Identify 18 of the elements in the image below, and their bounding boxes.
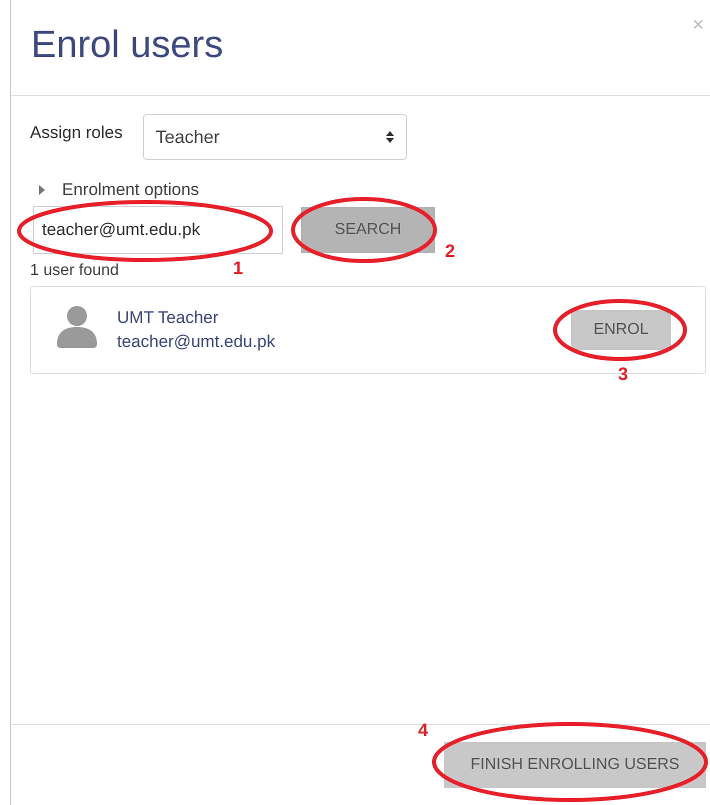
search-button[interactable]: SEARCH xyxy=(301,207,435,253)
dropdown-arrows-icon xyxy=(386,131,394,143)
search-field[interactable]: teacher@umt.edu.pk xyxy=(33,206,283,254)
dialog-title: Enrol users xyxy=(31,24,224,67)
annotation-number: 2 xyxy=(445,241,456,262)
expand-icon[interactable] xyxy=(38,185,46,195)
user-email: teacher@umt.edu.pk xyxy=(117,332,276,352)
role-select[interactable]: Teacher xyxy=(142,114,407,160)
finish-enrolling-button[interactable]: FINISH ENROLLING USERS xyxy=(444,742,706,788)
result-count: 1 user found xyxy=(30,262,119,280)
annotation-number: 3 xyxy=(618,364,628,385)
user-name: UMT Teacher xyxy=(117,308,220,328)
enrolment-options-label[interactable]: Enrolment options xyxy=(62,180,200,200)
assign-roles-label: Assign roles xyxy=(30,123,123,143)
annotation-number: 1 xyxy=(233,258,244,279)
enrol-button[interactable]: ENROL xyxy=(571,310,671,350)
annotation-number: 4 xyxy=(418,720,428,741)
avatar-icon xyxy=(55,304,99,348)
